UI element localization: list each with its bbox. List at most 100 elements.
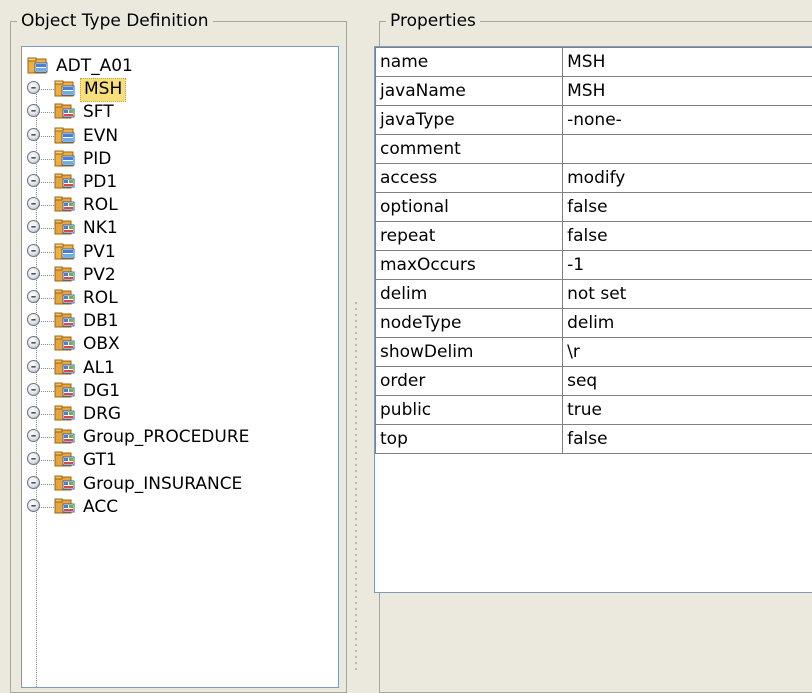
tree-node[interactable]: – Group_INSURANCE — [22, 473, 338, 496]
tree-node[interactable]: –AL1 — [22, 357, 338, 380]
expand-toggle-icon[interactable]: – — [27, 244, 40, 257]
property-row[interactable]: showDelim\r — [376, 338, 812, 367]
tree-node[interactable]: – DRG — [22, 403, 338, 426]
property-value[interactable]: false — [563, 193, 812, 222]
expand-toggle-icon[interactable]: – — [27, 104, 40, 117]
property-value[interactable]: MSH — [563, 48, 812, 77]
tree-node-label: GT1 — [80, 449, 120, 471]
property-name: optional — [376, 193, 563, 222]
tree-node-label: DG1 — [80, 380, 123, 402]
group-icon — [54, 172, 76, 192]
property-row[interactable]: delimnot set — [376, 280, 812, 309]
tree-node[interactable]: –ACC — [22, 496, 338, 519]
tree-node[interactable]: –SFT — [22, 101, 338, 124]
properties-title: Properties — [386, 10, 480, 32]
expand-toggle-icon[interactable]: – — [27, 360, 40, 373]
expand-toggle-icon[interactable]: – — [27, 151, 40, 164]
tree-node[interactable]: – ROL — [22, 287, 338, 310]
tree-node[interactable]: –NK1 — [22, 217, 338, 240]
property-name: repeat — [376, 222, 563, 251]
tree-node[interactable]: – DG1 — [22, 380, 338, 403]
property-value[interactable]: \r — [563, 338, 812, 367]
property-name: name — [376, 48, 563, 77]
tree-node[interactable]: –ROL — [22, 194, 338, 217]
tree-node-label: DB1 — [80, 310, 122, 332]
property-value[interactable]: false — [563, 425, 812, 454]
property-row[interactable]: javaNameMSH — [376, 77, 812, 106]
property-row[interactable]: repeatfalse — [376, 222, 812, 251]
expand-toggle-icon[interactable]: – — [27, 128, 40, 141]
expand-toggle-icon[interactable]: – — [27, 406, 40, 419]
property-row[interactable]: orderseq — [376, 367, 812, 396]
tree-node-label: DRG — [80, 403, 124, 425]
property-value[interactable]: not set — [563, 280, 812, 309]
expand-toggle-icon[interactable]: – — [27, 476, 40, 489]
property-name: access — [376, 164, 563, 193]
group-icon — [54, 334, 76, 354]
group-icon — [54, 450, 76, 470]
group-icon — [54, 497, 76, 517]
group-icon — [54, 404, 76, 424]
expand-toggle-icon[interactable]: – — [27, 174, 40, 187]
property-value[interactable]: MSH — [563, 77, 812, 106]
expand-toggle-icon[interactable]: – — [27, 267, 40, 280]
tree-node[interactable]: –PV1 — [22, 241, 338, 264]
property-row[interactable]: maxOccurs-1 — [376, 251, 812, 280]
expand-toggle-icon[interactable]: – — [27, 81, 40, 94]
tree-node[interactable]: – PID — [22, 148, 338, 171]
tree-node[interactable]: –MSH — [22, 78, 338, 101]
expand-toggle-icon[interactable]: – — [27, 220, 40, 233]
property-row[interactable]: nodeTypedelim — [376, 309, 812, 338]
property-row[interactable]: comment — [376, 135, 812, 164]
tree-node-label: ADT_A01 — [53, 55, 136, 77]
object-type-tree[interactable]: ADT_A01–MSH–SFT–EVN–PID–PD1–ROL–NK1–PV1–… — [21, 46, 339, 688]
tree-node[interactable]: –PV2 — [22, 264, 338, 287]
segment-icon — [54, 79, 76, 99]
panel-splitter[interactable] — [353, 300, 359, 670]
property-name: showDelim — [376, 338, 563, 367]
object-type-definition-title: Object Type Definition — [17, 10, 213, 32]
property-value[interactable]: seq — [563, 367, 812, 396]
property-value[interactable]: -1 — [563, 251, 812, 280]
tree-node[interactable]: –PD1 — [22, 171, 338, 194]
property-name: top — [376, 425, 563, 454]
property-row[interactable]: accessmodify — [376, 164, 812, 193]
expand-toggle-icon[interactable]: – — [27, 452, 40, 465]
tree-node[interactable]: – GT1 — [22, 449, 338, 472]
property-row[interactable]: publictrue — [376, 396, 812, 425]
tree-node[interactable]: –Group_PROCEDURE — [22, 426, 338, 449]
expand-toggle-icon[interactable]: – — [27, 336, 40, 349]
property-name: nodeType — [376, 309, 563, 338]
property-value[interactable] — [563, 135, 812, 164]
expand-toggle-icon[interactable]: – — [27, 429, 40, 442]
tree-node-label: Group_INSURANCE — [80, 473, 245, 495]
property-value[interactable]: modify — [563, 164, 812, 193]
segment-icon — [54, 149, 76, 169]
expand-toggle-icon[interactable]: – — [27, 290, 40, 303]
property-row[interactable]: topfalse — [376, 425, 812, 454]
group-icon — [54, 195, 76, 215]
property-name: public — [376, 396, 563, 425]
property-row[interactable]: optionalfalse — [376, 193, 812, 222]
tree-node-label: PID — [80, 148, 114, 170]
tree-node[interactable]: –OBX — [22, 333, 338, 356]
segment-icon — [54, 242, 76, 262]
property-name: javaType — [376, 106, 563, 135]
tree-node-label: ROL — [80, 287, 121, 309]
tree-node[interactable]: –EVN — [22, 125, 338, 148]
property-value[interactable]: true — [563, 396, 812, 425]
expand-toggle-icon[interactable]: – — [27, 383, 40, 396]
expand-toggle-icon[interactable]: – — [27, 313, 40, 326]
expand-toggle-icon[interactable]: – — [27, 499, 40, 512]
property-row[interactable]: nameMSH — [376, 48, 812, 77]
segment-icon — [54, 126, 76, 146]
property-name: comment — [376, 135, 563, 164]
property-row[interactable]: javaType-none- — [376, 106, 812, 135]
property-value[interactable]: false — [563, 222, 812, 251]
group-icon — [54, 358, 76, 378]
property-name: javaName — [376, 77, 563, 106]
property-value[interactable]: -none- — [563, 106, 812, 135]
property-value[interactable]: delim — [563, 309, 812, 338]
expand-toggle-icon[interactable]: – — [27, 197, 40, 210]
tree-node[interactable]: – DB1 — [22, 310, 338, 333]
